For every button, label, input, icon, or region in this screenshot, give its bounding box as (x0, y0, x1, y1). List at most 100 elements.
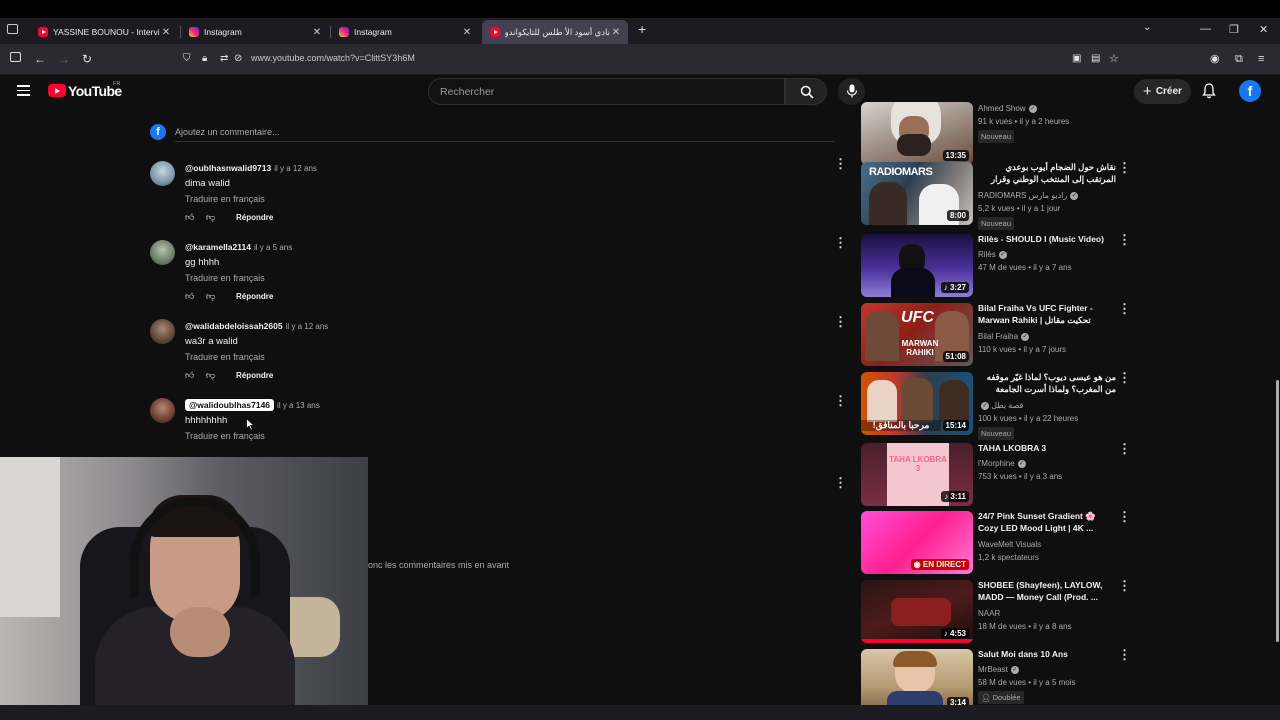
video-channel[interactable]: MrBeast ✓ (978, 665, 1019, 674)
video-channel[interactable]: WaveMelt Visuals (978, 540, 1041, 549)
video-channel[interactable]: Rilès ✓ (978, 250, 1007, 259)
video-thumbnail[interactable]: UFC MARWAN RAHIKI 51:08 (861, 303, 973, 366)
new-tab-plus-icon[interactable]: + (638, 21, 646, 37)
permissions-icon[interactable]: ⇄ (220, 52, 228, 66)
recommended-video[interactable]: 13:35 Ahmed Show ✓ 91 k vues • il y a 2 h… (861, 102, 1141, 168)
video-title[interactable]: 24/7 Pink Sunset Gradient 🌸 Cozy LED Moo… (978, 511, 1116, 534)
video-title[interactable]: Rilès - SHOULD I (Music Video) (978, 234, 1116, 246)
recommended-video[interactable]: TAHA LKOBRA 3 ♪ 3:11 TAHA LKOBRA 3 l'Mor… (861, 441, 1141, 509)
reader-view-icon[interactable]: ▤ (1091, 52, 1100, 66)
comment-author[interactable]: @oublhasnwalid9713 il y a 12 ans (185, 163, 317, 173)
add-comment-input[interactable]: Ajoutez un commentaire... (175, 127, 280, 137)
more-options-icon[interactable]: ⋮ (834, 393, 847, 409)
video-thumbnail[interactable]: 13:35 (861, 102, 973, 165)
menu-icon[interactable]: ≡ (1258, 52, 1264, 66)
close-icon[interactable]: ✕ (311, 27, 323, 38)
video-title[interactable]: Bilal Fraiha Vs UFC Fighter - Marwan Rah… (978, 303, 1116, 327)
translate-link[interactable]: Traduire en français (185, 352, 265, 362)
like-icon[interactable]: 👍︎ (185, 212, 194, 223)
forward-arrow-icon[interactable]: → (58, 52, 70, 66)
more-options-icon[interactable]: ⋮ (1118, 232, 1131, 248)
recommended-video[interactable]: RADIOMARS 8:00 نقاش حول الضجام أيوب بوعد… (861, 160, 1141, 230)
back-arrow-icon[interactable]: ← (34, 52, 46, 66)
video-thumbnail[interactable]: RADIOMARS 8:00 (861, 162, 973, 225)
comment-author[interactable]: @walidabdeloissah2605 il y a 12 ans (185, 321, 328, 331)
video-thumbnail[interactable]: 3:14 (861, 649, 973, 712)
bookmark-star-icon[interactable]: ☆ (1109, 52, 1119, 66)
blocked-media-icon[interactable]: ⊘ (234, 52, 242, 66)
shield-icon[interactable]: ⛉ (183, 52, 191, 66)
reply-button[interactable]: Répondre (236, 292, 273, 301)
search-input[interactable]: Rechercher (428, 78, 785, 105)
hamburger-menu-icon[interactable] (17, 85, 30, 99)
translate-link[interactable]: Traduire en français (185, 273, 265, 283)
recommended-video[interactable]: ♪ 4:53 SHOBEE (Shayfeen), LAYLOW, MADD —… (861, 578, 1141, 646)
sidebar-toggle-icon[interactable] (10, 52, 21, 62)
lock-icon[interactable]: 🔒︎ (202, 52, 207, 66)
notifications-bell-icon[interactable] (1202, 83, 1216, 99)
tab-taekwondo-active[interactable]: نادي أسود الأ طلس للتايكواندو ... ✕ (482, 20, 628, 44)
window-close-icon[interactable]: ✕ (1259, 23, 1268, 36)
more-options-icon[interactable]: ⋮ (1118, 301, 1131, 317)
video-thumbnail[interactable]: ♪ 3:27 (861, 234, 973, 297)
page-scrollbar[interactable] (1276, 380, 1279, 642)
dislike-icon[interactable]: 👎︎ (206, 370, 215, 381)
extensions-icon[interactable]: ⧉ (1235, 52, 1243, 66)
video-title[interactable]: نقاش حول الضجام أيوب بوعدي المرتقب إلى ا… (978, 162, 1116, 186)
account-icon[interactable]: ◉ (1210, 52, 1220, 66)
recommended-video[interactable]: ♪ 3:27 Rilès - SHOULD I (Music Video) Ri… (861, 232, 1141, 300)
tab-instagram-2[interactable]: Instagram ✕ (331, 20, 479, 44)
avatar[interactable] (150, 398, 175, 423)
picture-in-picture-icon[interactable]: ▣ (1072, 52, 1081, 66)
video-title[interactable]: TAHA LKOBRA 3 (978, 443, 1116, 455)
video-thumbnail[interactable]: TAHA LKOBRA 3 ♪ 3:11 (861, 443, 973, 506)
more-options-icon[interactable]: ⋮ (834, 235, 847, 251)
reload-icon[interactable]: ↻ (82, 52, 92, 66)
youtube-logo-icon[interactable] (48, 84, 66, 97)
video-channel[interactable]: ✓ قصة بطل (978, 401, 1023, 410)
search-button[interactable] (785, 78, 827, 105)
avatar[interactable] (150, 240, 175, 265)
translate-link[interactable]: Traduire en français (185, 194, 265, 204)
video-thumbnail[interactable]: ◉ EN DIRECT (861, 511, 973, 574)
like-icon[interactable]: 👍︎ (185, 370, 194, 381)
tab-yassine-bounou[interactable]: YASSINE BOUNOU - Interview - ✕ (30, 20, 178, 44)
video-channel[interactable]: NAAR (978, 609, 1000, 618)
more-options-icon[interactable]: ⋮ (1118, 441, 1131, 457)
more-options-icon[interactable]: ⋮ (1118, 509, 1131, 525)
recommended-video[interactable]: مرحبا بالمنافق! 15:14 من هو عيسى ديوب؟ ل… (861, 370, 1141, 440)
comment-author[interactable]: @karamella2114 il y a 5 ans (185, 242, 292, 252)
url-field[interactable]: www.youtube.com/watch?v=ClittSY3h6M (251, 53, 415, 63)
video-title[interactable]: من هو عيسى ديوب؟ لماذا غيّر موقفه من الم… (978, 372, 1116, 396)
dislike-icon[interactable]: 👎︎ (206, 291, 215, 302)
minimize-icon[interactable]: — (1200, 23, 1211, 35)
more-options-icon[interactable]: ⋮ (834, 475, 847, 491)
video-channel[interactable]: Bilal Fraiha ✓ (978, 332, 1030, 341)
video-thumbnail[interactable]: مرحبا بالمنافق! 15:14 (861, 372, 973, 435)
more-options-icon[interactable]: ⋮ (834, 314, 847, 330)
like-icon[interactable]: 👍︎ (185, 291, 194, 302)
create-button[interactable]: + Créer (1134, 79, 1191, 104)
comment-author[interactable]: @walidoublhas7146 il y a 13 ans (185, 399, 320, 411)
more-options-icon[interactable]: ⋮ (1118, 160, 1131, 176)
recommended-video[interactable]: UFC MARWAN RAHIKI 51:08 Bilal Fraiha Vs … (861, 301, 1141, 369)
video-title[interactable]: SHOBEE (Shayfeen), LAYLOW, MADD — Money … (978, 580, 1116, 603)
video-channel[interactable]: RADIOMARS راديو مارس ✓ (978, 191, 1079, 200)
voice-search-button[interactable] (838, 78, 865, 105)
video-channel[interactable]: l'Morphine ✓ (978, 459, 1026, 468)
account-avatar[interactable]: f (1239, 80, 1261, 102)
reply-button[interactable]: Répondre (236, 371, 273, 380)
more-options-icon[interactable]: ⋮ (1118, 578, 1131, 594)
translate-link[interactable]: Traduire en français (185, 431, 265, 441)
tab-overflow-chevron-icon[interactable]: ⌄ (1143, 22, 1151, 33)
more-options-icon[interactable]: ⋮ (1118, 647, 1131, 663)
tab-instagram-1[interactable]: Instagram ✕ (181, 20, 329, 44)
video-channel[interactable]: Ahmed Show ✓ (978, 104, 1037, 113)
tab-list-icon[interactable] (7, 24, 18, 34)
more-options-icon[interactable]: ⋮ (1118, 370, 1131, 386)
video-thumbnail[interactable]: ♪ 4:53 (861, 580, 973, 643)
avatar[interactable] (150, 319, 175, 344)
recommended-video[interactable]: ◉ EN DIRECT 24/7 Pink Sunset Gradient 🌸 … (861, 509, 1141, 577)
dislike-icon[interactable]: 👎︎ (206, 212, 215, 223)
more-options-icon[interactable]: ⋮ (834, 156, 847, 172)
